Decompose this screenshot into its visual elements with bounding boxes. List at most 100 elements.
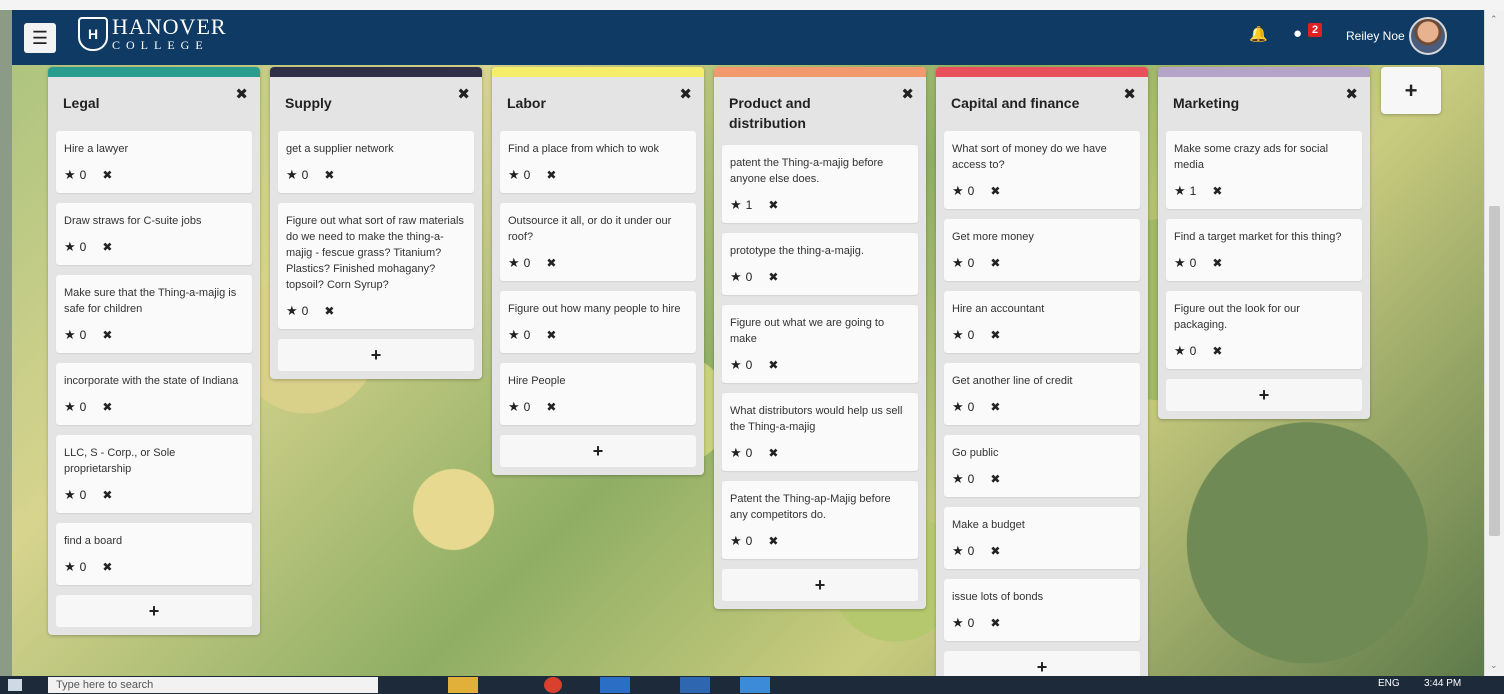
bell-icon[interactable]: 🔔 — [1249, 25, 1268, 43]
card[interactable]: Hire an accountant ★ 0 ✖ — [944, 291, 1140, 353]
add-card-button[interactable]: + — [722, 569, 918, 601]
close-icon[interactable]: ✖ — [679, 85, 692, 103]
clock[interactable]: 3:44 PM — [1424, 678, 1461, 689]
close-icon[interactable]: ✖ — [102, 488, 112, 502]
star-icon[interactable]: ★ — [508, 255, 520, 271]
star-icon[interactable]: ★ — [64, 239, 76, 255]
card[interactable]: Figure out what sort of raw materials do… — [278, 203, 474, 329]
close-icon[interactable]: ✖ — [1212, 344, 1222, 358]
card[interactable]: Outsource it all, or do it under our roo… — [500, 203, 696, 281]
avatar[interactable] — [1409, 17, 1447, 55]
add-card-button[interactable]: + — [500, 435, 696, 467]
close-icon[interactable]: ✖ — [546, 168, 556, 182]
add-card-button[interactable]: + — [56, 595, 252, 627]
close-icon[interactable]: ✖ — [1123, 85, 1136, 103]
star-icon[interactable]: ★ — [508, 167, 520, 183]
add-card-button[interactable]: + — [1166, 379, 1362, 411]
card[interactable]: Draw straws for C-suite jobs ★ 0 ✖ — [56, 203, 252, 265]
star-icon[interactable]: ★ — [730, 533, 742, 549]
card[interactable]: Make a budget ★ 0 ✖ — [944, 507, 1140, 569]
language-indicator[interactable]: ENG — [1378, 678, 1400, 689]
star-icon[interactable]: ★ — [286, 167, 298, 183]
close-icon[interactable]: ✖ — [102, 560, 112, 574]
star-icon[interactable]: ★ — [508, 399, 520, 415]
college-logo[interactable]: H HANOVER COLLEGE — [78, 16, 227, 52]
close-icon[interactable]: ✖ — [546, 256, 556, 270]
card[interactable]: What sort of money do we have access to?… — [944, 131, 1140, 209]
list-title[interactable]: Supply — [285, 93, 442, 113]
star-icon[interactable]: ★ — [508, 327, 520, 343]
card[interactable]: find a board ★ 0 ✖ — [56, 523, 252, 585]
card[interactable]: Figure out the look for our packaging. ★ 0… — [1166, 291, 1362, 369]
chat-icon[interactable]: ● — [1293, 25, 1302, 42]
star-icon[interactable]: ★ — [952, 543, 964, 559]
hamburger-icon[interactable]: ☰ — [24, 23, 56, 53]
close-icon[interactable]: ✖ — [1345, 85, 1358, 103]
list-title[interactable]: Marketing — [1173, 93, 1330, 113]
close-icon[interactable]: ✖ — [102, 240, 112, 254]
scroll-up-icon[interactable]: ⌃ — [1490, 14, 1498, 25]
card[interactable]: Figure out what we are going to make ★ 0 ✖ — [722, 305, 918, 383]
card[interactable]: Find a target market for this thing? ★ 0 ✖ — [1166, 219, 1362, 281]
card[interactable]: Go public ★ 0 ✖ — [944, 435, 1140, 497]
close-icon[interactable]: ✖ — [768, 534, 778, 548]
vertical-scrollbar[interactable]: ⌃ ⌄ — [1484, 10, 1504, 676]
user-name[interactable]: Reiley Noe — [1346, 29, 1405, 43]
scroll-down-icon[interactable]: ⌄ — [1490, 660, 1498, 671]
list-title[interactable]: Legal — [63, 93, 220, 113]
card[interactable]: issue lots of bonds ★ 0 ✖ — [944, 579, 1140, 641]
close-icon[interactable]: ✖ — [990, 256, 1000, 270]
taskbar-search[interactable]: Type here to search — [48, 677, 378, 693]
close-icon[interactable]: ✖ — [901, 85, 914, 103]
chrome-icon[interactable] — [544, 677, 562, 693]
star-icon[interactable]: ★ — [1174, 183, 1186, 199]
close-icon[interactable]: ✖ — [324, 168, 334, 182]
star-icon[interactable]: ★ — [952, 399, 964, 415]
star-icon[interactable]: ★ — [64, 167, 76, 183]
star-icon[interactable]: ★ — [952, 615, 964, 631]
close-icon[interactable]: ✖ — [235, 85, 248, 103]
close-icon[interactable]: ✖ — [1212, 256, 1222, 270]
star-icon[interactable]: ★ — [1174, 343, 1186, 359]
star-icon[interactable]: ★ — [730, 269, 742, 285]
star-icon[interactable]: ★ — [730, 197, 742, 213]
close-icon[interactable]: ✖ — [990, 616, 1000, 630]
card[interactable]: Hire a lawyer ★ 0 ✖ — [56, 131, 252, 193]
add-list-button[interactable]: + — [1381, 67, 1441, 114]
star-icon[interactable]: ★ — [730, 357, 742, 373]
card[interactable]: Get another line of credit ★ 0 ✖ — [944, 363, 1140, 425]
close-icon[interactable]: ✖ — [768, 270, 778, 284]
star-icon[interactable]: ★ — [64, 559, 76, 575]
star-icon[interactable]: ★ — [64, 487, 76, 503]
card[interactable]: What distributors would help us sell the… — [722, 393, 918, 471]
start-icon[interactable] — [8, 679, 22, 691]
card[interactable]: Patent the Thing-ap-Majig before any com… — [722, 481, 918, 559]
add-card-button[interactable]: + — [944, 651, 1140, 676]
card[interactable]: Figure out how many people to hire ★ 0 ✖ — [500, 291, 696, 353]
star-icon[interactable]: ★ — [952, 471, 964, 487]
card[interactable]: Hire People ★ 0 ✖ — [500, 363, 696, 425]
close-icon[interactable]: ✖ — [990, 472, 1000, 486]
close-icon[interactable]: ✖ — [1212, 184, 1222, 198]
close-icon[interactable]: ✖ — [990, 400, 1000, 414]
close-icon[interactable]: ✖ — [457, 85, 470, 103]
close-icon[interactable]: ✖ — [990, 328, 1000, 342]
star-icon[interactable]: ★ — [64, 327, 76, 343]
close-icon[interactable]: ✖ — [768, 198, 778, 212]
add-card-button[interactable]: + — [278, 339, 474, 371]
star-icon[interactable]: ★ — [286, 303, 298, 319]
list-title[interactable]: Capital and finance — [951, 93, 1108, 113]
card[interactable]: Get more money ★ 0 ✖ — [944, 219, 1140, 281]
card[interactable]: patent the Thing-a-majig before anyone e… — [722, 145, 918, 223]
close-icon[interactable]: ✖ — [768, 446, 778, 460]
star-icon[interactable]: ★ — [952, 183, 964, 199]
card[interactable]: prototype the thing-a-majig. ★ 0 ✖ — [722, 233, 918, 295]
app-icon[interactable] — [600, 677, 630, 693]
close-icon[interactable]: ✖ — [990, 184, 1000, 198]
close-icon[interactable]: ✖ — [546, 400, 556, 414]
close-icon[interactable]: ✖ — [324, 304, 334, 318]
app-icon[interactable] — [680, 677, 710, 693]
card[interactable]: get a supplier network ★ 0 ✖ — [278, 131, 474, 193]
file-explorer-icon[interactable] — [448, 677, 478, 693]
list-title[interactable]: Product and distribution — [729, 93, 886, 133]
